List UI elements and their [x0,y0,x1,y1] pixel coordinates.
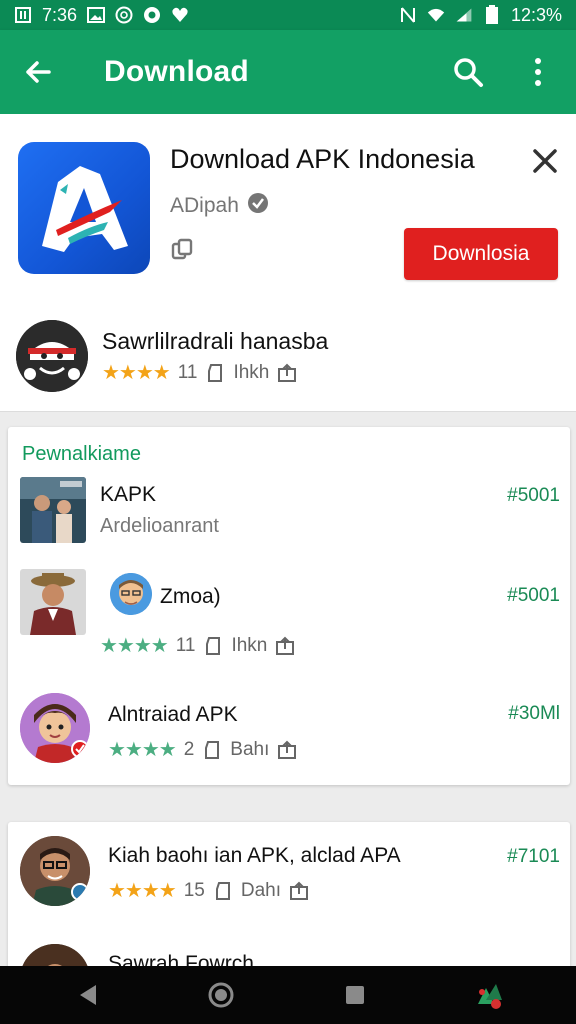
nav-recents-icon[interactable] [335,975,375,1015]
rating-stars-icon: ★★★★ [100,635,169,657]
rating-count: 2 [183,739,195,760]
downloads-icon [213,881,233,901]
camera-icon [115,6,133,24]
rating-count: 11 [177,362,198,383]
image-icon [87,6,106,24]
status-bar: 7:36 12:3% [0,0,576,30]
status-time: 7:36 [42,4,78,25]
list-item[interactable]: Zmoa) ★★★★ 11 Ihkn #5001 [20,569,560,656]
battery-icon [483,5,501,24]
share-box-icon [277,740,297,760]
system-nav-bar [0,966,576,1024]
app-name: KAPK [100,483,157,506]
section-title: Pewnalkiame [22,443,141,465]
nav-back-icon[interactable] [67,975,107,1015]
rating-stars-icon: ★★★★ [108,880,177,902]
downloads-icon [205,363,225,383]
app-name: Zmoa) [160,585,221,608]
featured-app-avatar [16,320,88,392]
share-box-icon [277,363,297,383]
featured-app-title: Sawrlilradrali hanasba [102,328,329,354]
rating-count: 11 [175,635,196,656]
sim-icon [14,6,32,24]
app-switcher-icon[interactable] [469,975,509,1015]
download-button[interactable]: Downlosia [404,228,558,280]
app-meta-text: Bahı [230,739,270,760]
app-meta-text: Ihkn [231,635,268,656]
list-item[interactable]: Alntraiad APK ★★★★ 2 Bahı #30Ml [20,693,560,769]
app-title: Download APK Indonesia [170,144,475,174]
share-box-icon [275,636,295,656]
app-name: Alntraiad APK [108,703,238,726]
app-thumbnail [20,477,86,543]
recommended-section: Pewnalkiame KAPK Ardelioanrant #5001 Zmo… [8,427,570,785]
app-meta: ★★★★ 15 Dahı [108,880,309,902]
wifi-icon [427,6,445,24]
downloads-icon [202,740,222,760]
list-item[interactable]: Kiah baohı ian APK, alclad APA ★★★★ 15 D… [20,836,560,912]
app-avatar [20,693,90,763]
rating-stars-icon: ★★★★ [108,739,177,761]
app-logo-icon[interactable] [18,142,150,274]
app-subtext: Ardelioanrant [100,515,219,537]
signal-icon [455,6,473,24]
rating-stars-icon: ★★★★ [102,362,171,384]
app-price: #7101 [507,846,560,867]
app-meta: ★★★★ 11 Ihkn [100,635,295,657]
app-meta-text: Dahı [240,880,281,901]
share-icon[interactable] [170,238,194,262]
app-header-card: Download APK Indonesia ADipah Downlosia … [0,114,576,412]
heart-icon [171,6,189,24]
more-vert-icon[interactable] [518,52,558,92]
page-title: Download [104,55,249,88]
nav-home-icon[interactable] [201,975,241,1015]
more-apps-card: Kiah baohı ian APK, alclad APA ★★★★ 15 D… [8,822,570,972]
rating-count: 15 [183,880,205,901]
downloads-icon [203,636,223,656]
list-item[interactable]: KAPK Ardelioanrant #5001 [20,477,560,553]
share-box-icon [289,881,309,901]
record-icon [143,6,161,24]
verified-icon [247,192,269,220]
app-price: #5001 [507,485,560,506]
app-name: Kiah baohı ian APK, alclad APA [108,844,401,867]
featured-app-meta-text: Ihkh [233,362,270,383]
developer-avatar [110,573,152,615]
featured-app-meta: ★★★★ 11 Ihkh [102,362,297,384]
close-icon[interactable] [528,144,562,178]
app-bar: Download [0,30,576,114]
developer-name[interactable]: ADipah [170,194,239,218]
app-price: #30Ml [508,703,560,724]
featured-app-row[interactable]: Sawrlilradrali hanasba ★★★★ 11 Ihkh [16,320,560,396]
back-arrow-icon[interactable] [18,52,58,92]
search-icon[interactable] [448,52,488,92]
battery-percent: 12:3% [510,4,562,25]
app-avatar [20,836,90,906]
developer-row: ADipah [170,192,269,220]
app-meta: ★★★★ 2 Bahı [108,739,297,761]
app-thumbnail [20,569,86,635]
nfc-icon [399,6,417,24]
app-price: #5001 [507,585,560,606]
